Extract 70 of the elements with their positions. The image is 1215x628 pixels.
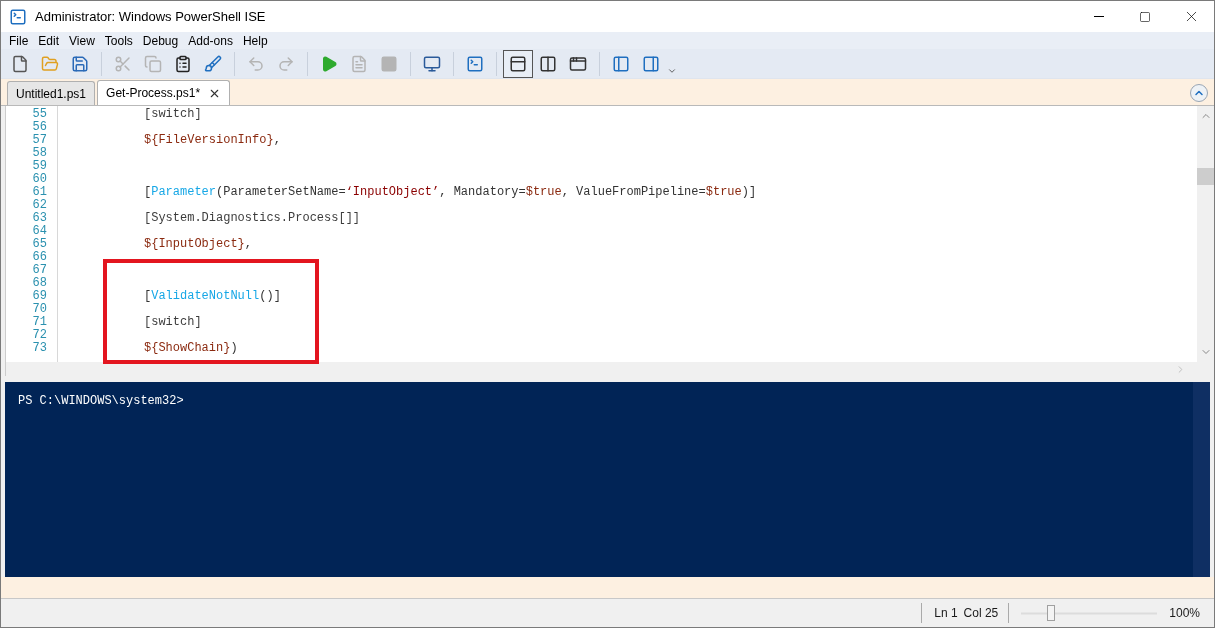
file-tab[interactable]: Get-Process.ps1* (97, 80, 231, 105)
code-line: ${InputObject}, (144, 238, 253, 251)
layout-top-button[interactable] (503, 49, 533, 78)
line-number: 66 (32, 251, 47, 264)
line-number: 63 (32, 212, 47, 225)
zoom-slider-thumb[interactable] (1047, 605, 1056, 621)
line-number: 67 (32, 264, 47, 277)
code-line: [System.Diagnostics.Process[]] (144, 212, 361, 225)
terminal-icon (466, 54, 484, 73)
code-line: [Parameter(ParameterSetName=‘InputObject’, Mandatory=$true, ValueFromPipeline=$true)] (144, 186, 757, 199)
collapse-script-pane-button[interactable] (1190, 84, 1208, 102)
code-line: [switch] (144, 316, 202, 329)
undo-icon (247, 54, 265, 73)
scroll-thumb[interactable] (1197, 168, 1214, 185)
line-number: 59 (32, 160, 47, 173)
vertical-scrollbar[interactable] (1197, 106, 1214, 362)
line-number: 55 (32, 108, 47, 121)
folder-icon (41, 54, 59, 73)
panel-icon (642, 54, 660, 73)
line-number: 70 (32, 303, 47, 316)
minimize-icon (1094, 16, 1104, 17)
line-number: 73 (32, 342, 47, 355)
line-number: 71 (32, 316, 47, 329)
line-number: 68 (32, 277, 47, 290)
zoom-level: 100% (1169, 605, 1200, 622)
line-number: 58 (32, 147, 47, 160)
code-line: ${ShowChain}) (144, 342, 238, 355)
clipboard-icon (174, 54, 192, 73)
menu-item[interactable]: Tools (101, 32, 136, 49)
document-icon (350, 54, 368, 73)
line-number: 72 (32, 329, 47, 342)
line-number: 69 (32, 290, 47, 303)
menu-item[interactable]: File (6, 32, 32, 49)
stop-icon (380, 54, 398, 73)
pane-top-icon (509, 54, 527, 73)
brush-icon (204, 54, 222, 73)
window-icon (569, 54, 587, 73)
maximize-icon (1139, 10, 1151, 23)
menu-item[interactable]: Help (239, 32, 271, 49)
copy-icon (144, 54, 162, 73)
console-pane[interactable]: PS C:\WINDOWS\system32> (5, 382, 1210, 577)
file-tab[interactable]: Untitled1.ps1 (7, 81, 96, 105)
monitor-icon (423, 54, 441, 73)
scissors-icon (114, 54, 132, 73)
console-prompt: PS C:\WINDOWS\system32> (18, 394, 184, 408)
redo-icon (277, 54, 295, 73)
line-number: 62 (32, 199, 47, 212)
play-icon (320, 54, 338, 73)
line-number: 56 (32, 121, 47, 134)
file-icon (11, 54, 29, 73)
menu-item[interactable]: Debug (139, 32, 182, 49)
horizontal-scrollbar[interactable] (6, 362, 1214, 376)
code-line: [ValidateNotNull()] (144, 290, 281, 303)
code-line: ${FileVersionInfo}, (144, 134, 281, 147)
line-number: 57 (32, 134, 47, 147)
line-number: 61 (32, 186, 47, 199)
menu-item[interactable]: Add-ons (185, 32, 236, 49)
menu-item[interactable]: View (66, 32, 98, 49)
app-icon (9, 7, 27, 26)
pane-right-icon (539, 54, 557, 73)
line-number: 65 (32, 238, 47, 251)
code-line: [switch] (144, 108, 202, 121)
line-number: 60 (32, 173, 47, 186)
line-number: 64 (32, 225, 47, 238)
panel-icon (612, 54, 630, 73)
line-indicator: Ln 1 (934, 605, 958, 622)
window-title: Administrator: Windows PowerShell ISE (35, 7, 266, 26)
menu-item[interactable]: Edit (35, 32, 63, 49)
column-indicator: Col 25 (963, 605, 999, 622)
zoom-slider[interactable] (1021, 605, 1158, 621)
